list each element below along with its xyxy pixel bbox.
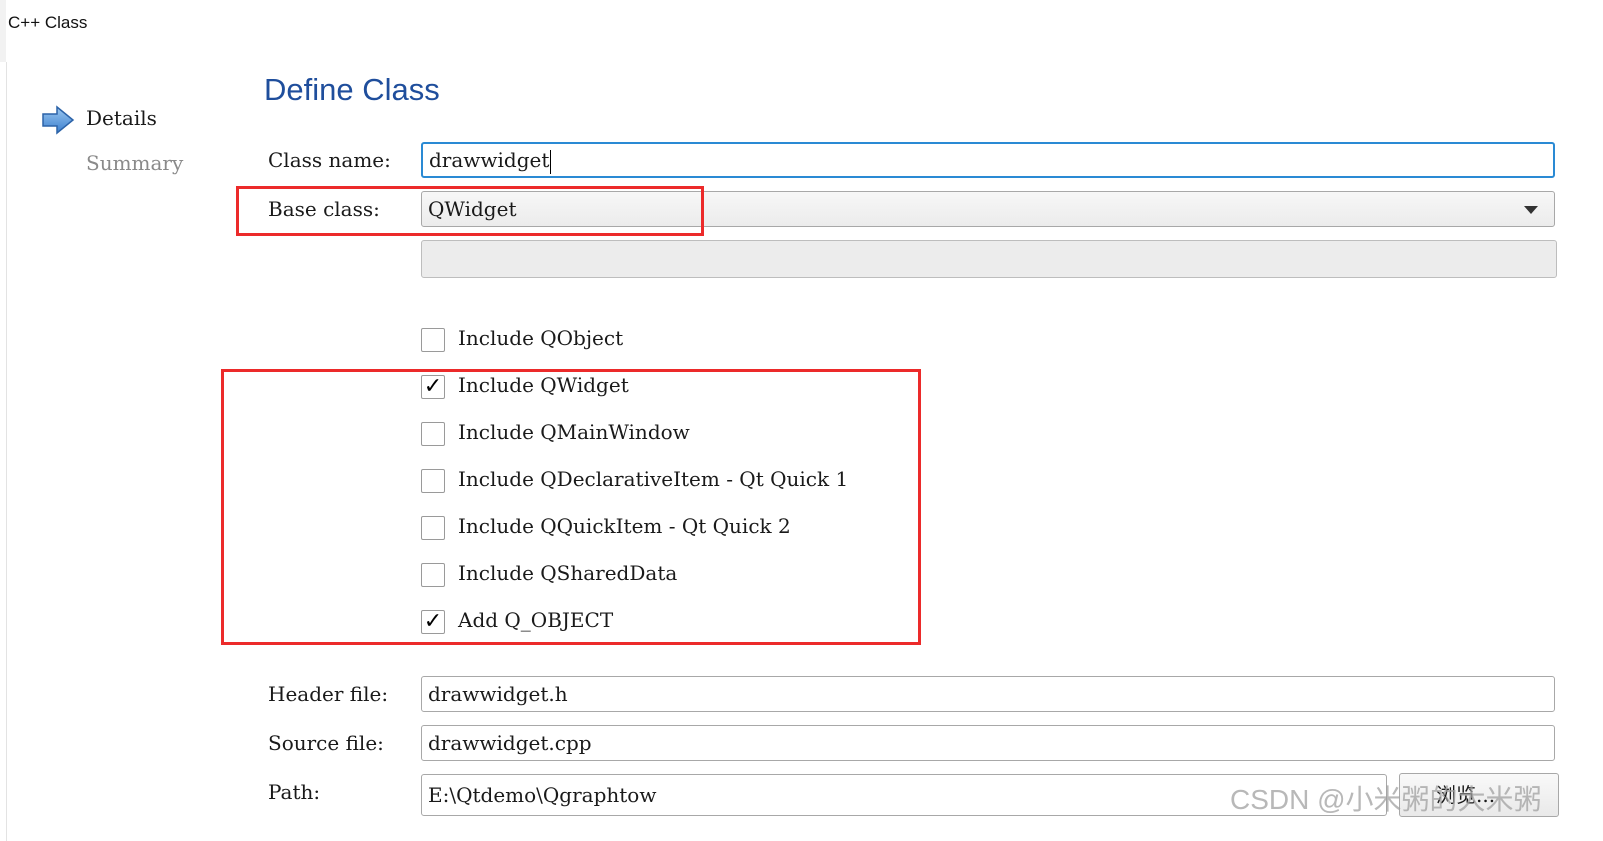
header-file-label: Header file: (268, 682, 389, 706)
checkbox[interactable] (421, 328, 445, 352)
source-file-label: Source file: (268, 731, 384, 755)
option-label: Include QObject (458, 326, 624, 350)
title-strip (0, 0, 6, 62)
chevron-down-icon (1524, 206, 1538, 214)
highlight-box-base-class (236, 186, 704, 236)
path-label: Path: (268, 780, 321, 804)
window-title: C++ Class (8, 13, 88, 32)
nav-item-details[interactable]: Details (86, 106, 157, 130)
divider (6, 62, 7, 841)
class-name-label: Class name: (268, 148, 391, 172)
page-title: Define Class (264, 72, 440, 107)
nav-item-summary[interactable]: Summary (86, 151, 183, 175)
watermark: CSDN @小米粥的大米粥 (1230, 784, 1542, 815)
arrow-right-icon (40, 103, 76, 137)
text-caret (550, 149, 552, 174)
header-file-input[interactable]: drawwidget.h (421, 676, 1555, 712)
source-file-input[interactable]: drawwidget.cpp (421, 725, 1555, 761)
class-name-value: drawwidget (429, 148, 550, 172)
highlight-box-options (221, 369, 921, 645)
class-name-input[interactable]: drawwidget (421, 142, 1555, 178)
base-class-extra-field (421, 240, 1557, 278)
